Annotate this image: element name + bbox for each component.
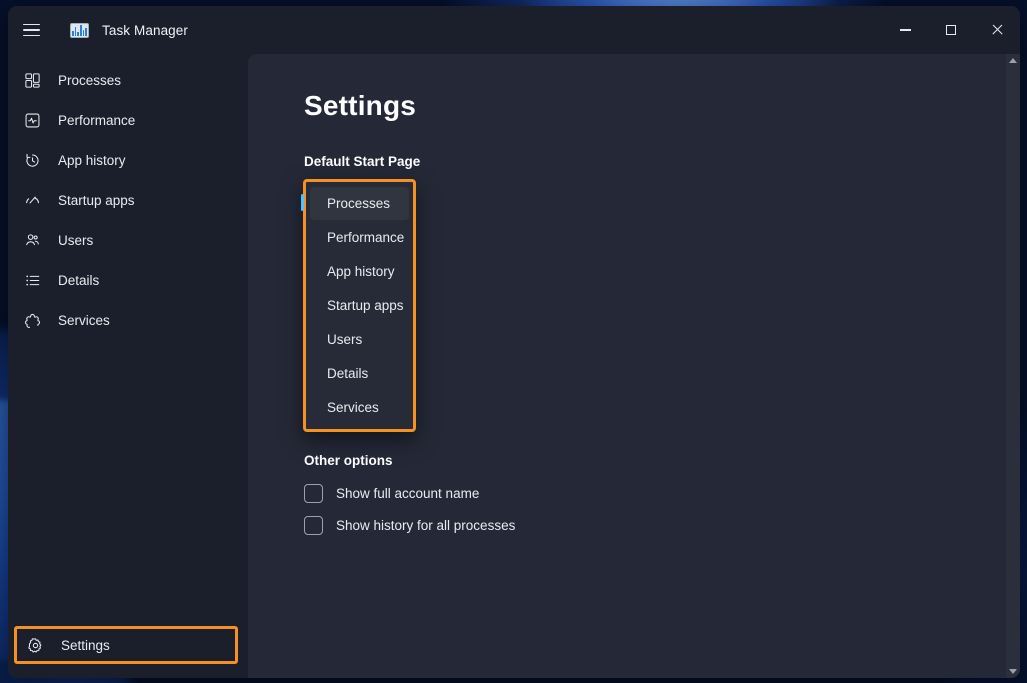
- checkbox-label: Show full account name: [336, 485, 480, 501]
- dropdown-option-label: App history: [327, 264, 395, 279]
- services-gear-puzzle-icon: [24, 312, 52, 329]
- sidebar-item-services[interactable]: Services: [8, 300, 248, 340]
- settings-panel: Settings Default Start Page speed ment s…: [248, 54, 1006, 678]
- sidebar-item-label: Performance: [58, 112, 136, 128]
- processes-grid-icon: [24, 72, 52, 89]
- content-area: Settings Default Start Page speed ment s…: [248, 54, 1020, 678]
- settings-label: Settings: [61, 637, 110, 653]
- checkbox-show-full-account-name[interactable]: [304, 483, 323, 503]
- checkbox-row-show-full-account-name[interactable]: Show full account name: [304, 477, 1006, 509]
- other-options-label: Other options: [304, 453, 393, 468]
- gear-icon: [27, 637, 55, 654]
- scroll-down-arrow-icon[interactable]: [1009, 669, 1017, 674]
- hamburger-menu-icon[interactable]: [8, 6, 54, 54]
- minimize-button[interactable]: [882, 6, 928, 54]
- details-list-icon: [24, 272, 52, 289]
- sidebar-item-startup-apps[interactable]: Startup apps: [8, 180, 248, 220]
- task-manager-window: Task Manager Processes Performance App h…: [8, 6, 1020, 678]
- sidebar-item-label: Services: [58, 312, 110, 328]
- sidebar-item-label: Details: [58, 272, 100, 288]
- checkbox-label: Show history for all processes: [336, 517, 516, 533]
- startup-gauge-icon: [24, 192, 52, 209]
- history-clock-icon: [24, 152, 52, 169]
- checkbox-row-show-history-all-processes[interactable]: Show history for all processes: [304, 509, 1006, 541]
- dropdown-option-performance[interactable]: Performance: [310, 221, 409, 254]
- task-manager-chart-icon: [70, 22, 89, 38]
- default-start-page-dropdown[interactable]: Processes Performance App history Startu…: [301, 179, 416, 432]
- page-title: Settings: [304, 90, 417, 121]
- sidebar-item-label: App history: [58, 152, 126, 168]
- dropdown-option-label: Processes: [327, 196, 391, 211]
- title-bar: Task Manager: [8, 6, 1020, 54]
- users-people-icon: [24, 232, 52, 249]
- sidebar-item-users[interactable]: Users: [8, 220, 248, 260]
- sidebar-item-processes[interactable]: Processes: [8, 60, 248, 100]
- window-title: Task Manager: [102, 22, 188, 38]
- close-button[interactable]: [974, 6, 1020, 54]
- other-options-section: Other options Show full account name Sho…: [304, 453, 1006, 541]
- dropdown-option-users[interactable]: Users: [310, 323, 409, 356]
- dropdown-option-label: Users: [327, 332, 363, 347]
- vertical-scrollbar[interactable]: [1006, 54, 1020, 678]
- dropdown-option-label: Performance: [327, 230, 405, 245]
- maximize-button[interactable]: [928, 6, 974, 54]
- dropdown-option-label: Services: [327, 400, 379, 415]
- performance-pulse-icon: [24, 112, 52, 129]
- sidebar-item-settings[interactable]: Settings: [14, 626, 238, 664]
- dropdown-option-label: Details: [327, 366, 369, 381]
- dropdown-option-processes[interactable]: Processes: [301, 187, 409, 220]
- default-start-page-label: Default Start Page: [304, 154, 421, 169]
- dropdown-option-label: Startup apps: [327, 298, 404, 313]
- scrollbar-track[interactable]: [1006, 63, 1020, 669]
- dropdown-option-app-history[interactable]: App history: [310, 255, 409, 288]
- sidebar-item-performance[interactable]: Performance: [8, 100, 248, 140]
- sidebar: Processes Performance App history Startu…: [8, 54, 248, 678]
- sidebar-item-label: Startup apps: [58, 192, 135, 208]
- sidebar-item-label: Users: [58, 232, 94, 248]
- sidebar-item-details[interactable]: Details: [8, 260, 248, 300]
- checkbox-show-history-all-processes[interactable]: [304, 515, 323, 535]
- sidebar-item-label: Processes: [58, 72, 122, 88]
- sidebar-item-app-history[interactable]: App history: [8, 140, 248, 180]
- dropdown-option-services[interactable]: Services: [310, 391, 409, 424]
- dropdown-option-details[interactable]: Details: [310, 357, 409, 390]
- window-controls: [882, 6, 1020, 54]
- dropdown-option-startup-apps[interactable]: Startup apps: [310, 289, 409, 322]
